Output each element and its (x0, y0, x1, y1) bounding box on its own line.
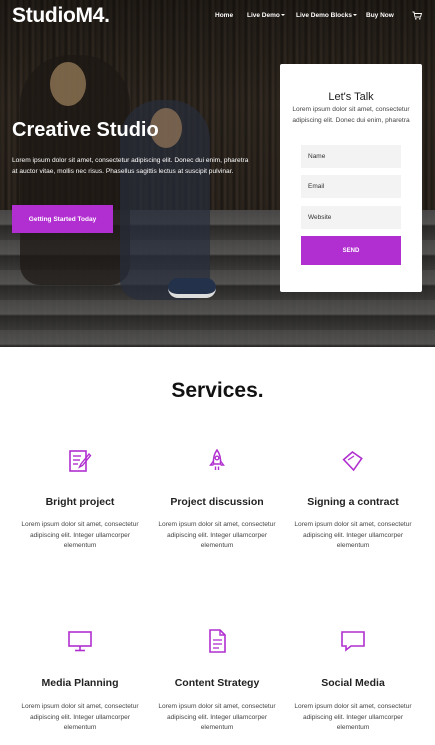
service-name: Bright project (45, 496, 115, 508)
nav-live-demo[interactable]: Live Demo (247, 12, 285, 19)
service-description: Lorem ipsum dolor sit amet, consectetur … (294, 521, 412, 549)
service-item-social-media: Social Media Lorem ipsum dolor sit amet,… (288, 628, 418, 731)
hero-description-line2: at auctor vitae, mollis nec risus. Phase… (12, 167, 234, 175)
email-field[interactable] (301, 175, 401, 198)
contact-title: Let's Talk (328, 91, 374, 103)
website-field[interactable] (301, 206, 401, 229)
nav-home[interactable]: Home (215, 12, 233, 19)
send-button[interactable]: SEND (301, 236, 401, 265)
hero-person-left-head (50, 62, 86, 106)
cart-icon[interactable] (412, 11, 422, 20)
contact-card: Let's Talk Lorem ipsum dolor sit amet, c… (280, 64, 422, 292)
service-description: Lorem ipsum dolor sit amet, consectetur … (158, 521, 276, 549)
chevron-down-icon (280, 14, 285, 17)
service-description: Lorem ipsum dolor sit amet, consectetur … (21, 703, 139, 731)
getting-started-button[interactable]: Getting Started Today (12, 205, 113, 233)
service-description: Lorem ipsum dolor sit amet, consectetur … (158, 703, 276, 731)
hero-description: Lorem ipsum dolor sit amet, consectetur … (12, 156, 257, 177)
hero-description-line1: Lorem ipsum dolor sit amet, consectetur … (12, 157, 249, 164)
service-name: Signing a contract (307, 496, 399, 508)
site-logo[interactable]: StudioM4. (12, 4, 110, 28)
rocket-icon (209, 448, 225, 470)
service-item-project-discussion: Project discussion Lorem ipsum dolor sit… (152, 448, 282, 549)
service-name: Project discussion (170, 496, 264, 508)
service-item-media-planning: Media Planning Lorem ipsum dolor sit ame… (15, 628, 145, 731)
nav-buy-now[interactable]: Buy Now (366, 12, 394, 19)
services-title: Services. (171, 379, 264, 402)
ticket-icon (342, 450, 363, 472)
service-name: Content Strategy (174, 677, 260, 689)
service-description: Lorem ipsum dolor sit amet, consectetur … (21, 521, 139, 549)
name-field[interactable] (301, 145, 401, 168)
nav-live-demo-blocks[interactable]: Live Demo Blocks (296, 12, 357, 19)
chat-bubble-icon (341, 631, 365, 652)
contact-description: Lorem ipsum dolor sit amet, consectetur … (292, 106, 410, 124)
service-item-bright-project: Bright project Lorem ipsum dolor sit ame… (15, 448, 145, 549)
edit-document-icon (69, 450, 92, 472)
nav-live-demo-blocks-label: Live Demo Blocks (296, 12, 352, 19)
hero-title: Creative Studio (12, 119, 159, 141)
service-item-signing-a-contract: Signing a contract Lorem ipsum dolor sit… (288, 448, 418, 549)
chevron-down-icon (353, 14, 357, 17)
hero-sneaker (168, 278, 216, 298)
service-description: Lorem ipsum dolor sit amet, consectetur … (294, 703, 412, 731)
service-name: Media Planning (41, 677, 119, 689)
monitor-icon (68, 631, 92, 652)
service-item-content-strategy: Content Strategy Lorem ipsum dolor sit a… (152, 628, 282, 731)
nav-live-demo-label: Live Demo (247, 12, 280, 19)
document-icon (209, 629, 226, 653)
service-name: Social Media (321, 677, 385, 689)
